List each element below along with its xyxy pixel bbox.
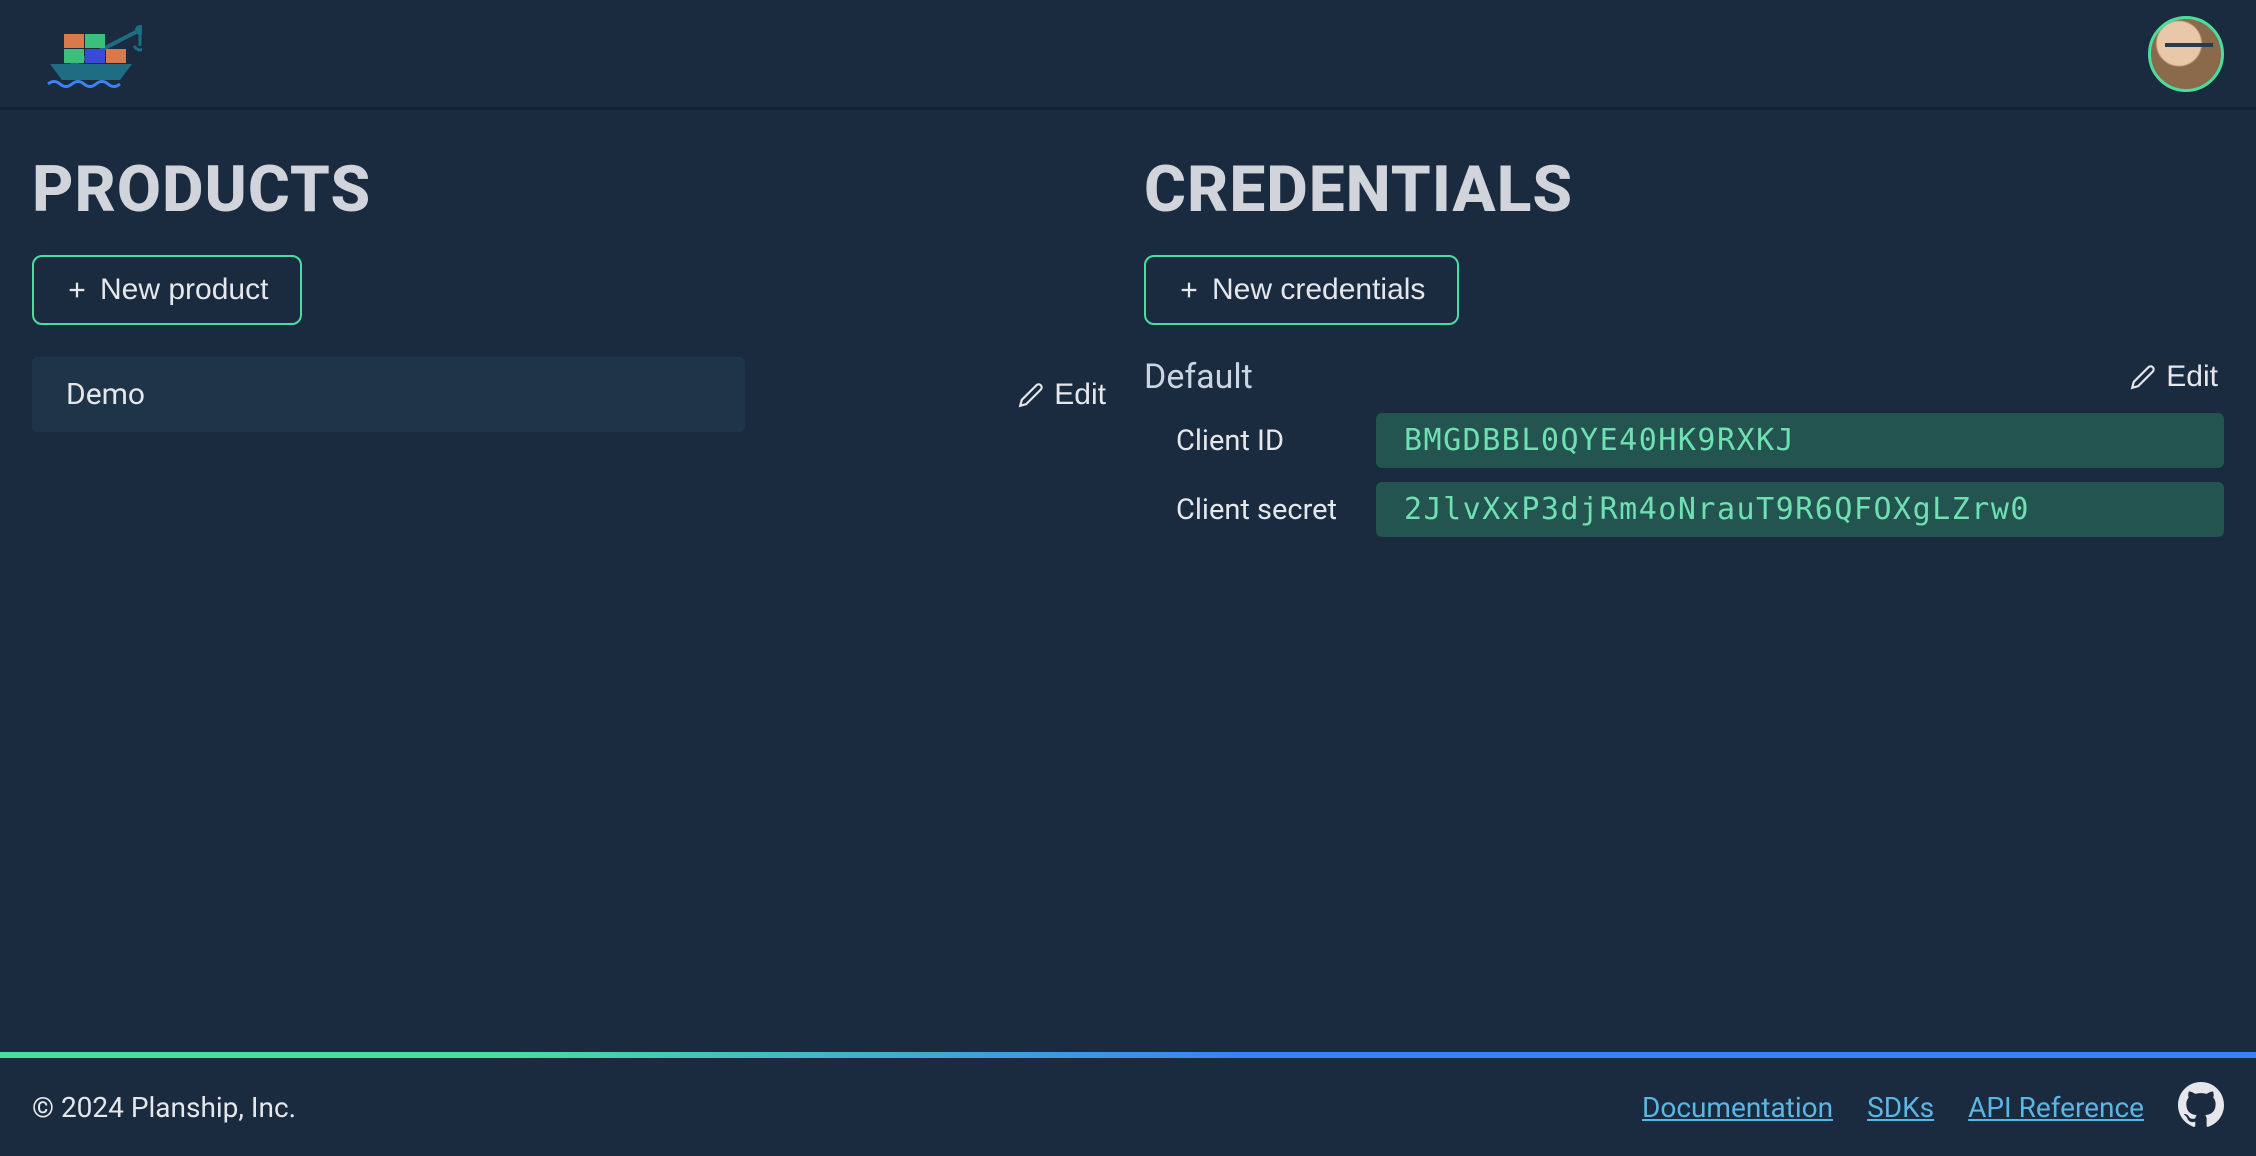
documentation-link[interactable]: Documentation [1642,1091,1833,1124]
edit-credential-label: Edit [2166,360,2218,394]
product-row: Demo Edit [32,357,1112,432]
user-avatar[interactable] [2148,16,2224,92]
credential-name: Default [1144,357,1253,397]
brand-logo[interactable] [32,18,142,90]
client-id-label: Client ID [1176,424,1354,458]
ship-icon [32,18,142,90]
credentials-section: CREDENTIALS New credentials Default Edit [1144,152,2224,1020]
main-content: PRODUCTS New product Demo Edit CREDENTIA… [0,110,2256,1052]
app-footer: © 2024 Planship, Inc. Documentation SDKs… [0,1058,2256,1156]
client-secret-label: Client secret [1176,493,1354,527]
product-name: Demo [66,377,145,412]
edit-credential-button[interactable]: Edit [2130,360,2224,394]
credentials-title: CREDENTIALS [1144,152,2224,227]
github-link[interactable] [2178,1082,2224,1132]
client-secret-row: Client secret 2JlvXxP3djRm4oNrauT9R6QFOX… [1144,482,2224,537]
github-icon [2178,1082,2224,1128]
new-credentials-label: New credentials [1212,273,1425,307]
plus-icon [66,279,88,301]
new-product-label: New product [100,273,268,307]
api-reference-link[interactable]: API Reference [1968,1091,2144,1124]
pencil-icon [1018,382,1044,408]
client-secret-value[interactable]: 2JlvXxP3djRm4oNrauT9R6QFOXgLZrw0 [1376,482,2224,537]
products-section: PRODUCTS New product Demo Edit [32,152,1112,1020]
pencil-icon [2130,364,2156,390]
footer-links: Documentation SDKs API Reference [1642,1082,2224,1132]
client-id-value[interactable]: BMGDBBL0QYE40HK9RXKJ [1376,413,2224,468]
edit-product-label: Edit [1054,378,1106,412]
credential-card: Default Edit Client ID BMGDBBL0QYE40HK9R… [1144,357,2224,551]
client-id-row: Client ID BMGDBBL0QYE40HK9RXKJ [1144,413,2224,468]
new-credentials-button[interactable]: New credentials [1144,255,1459,325]
credential-header: Default Edit [1144,357,2224,397]
product-item[interactable]: Demo [32,357,745,432]
plus-icon [1178,279,1200,301]
edit-product-button[interactable]: Edit [1018,378,1112,412]
new-product-button[interactable]: New product [32,255,302,325]
app-header [0,0,2256,110]
footer-copyright: © 2024 Planship, Inc. [32,1091,296,1124]
products-title: PRODUCTS [32,152,1112,227]
sdks-link[interactable]: SDKs [1867,1091,1934,1124]
